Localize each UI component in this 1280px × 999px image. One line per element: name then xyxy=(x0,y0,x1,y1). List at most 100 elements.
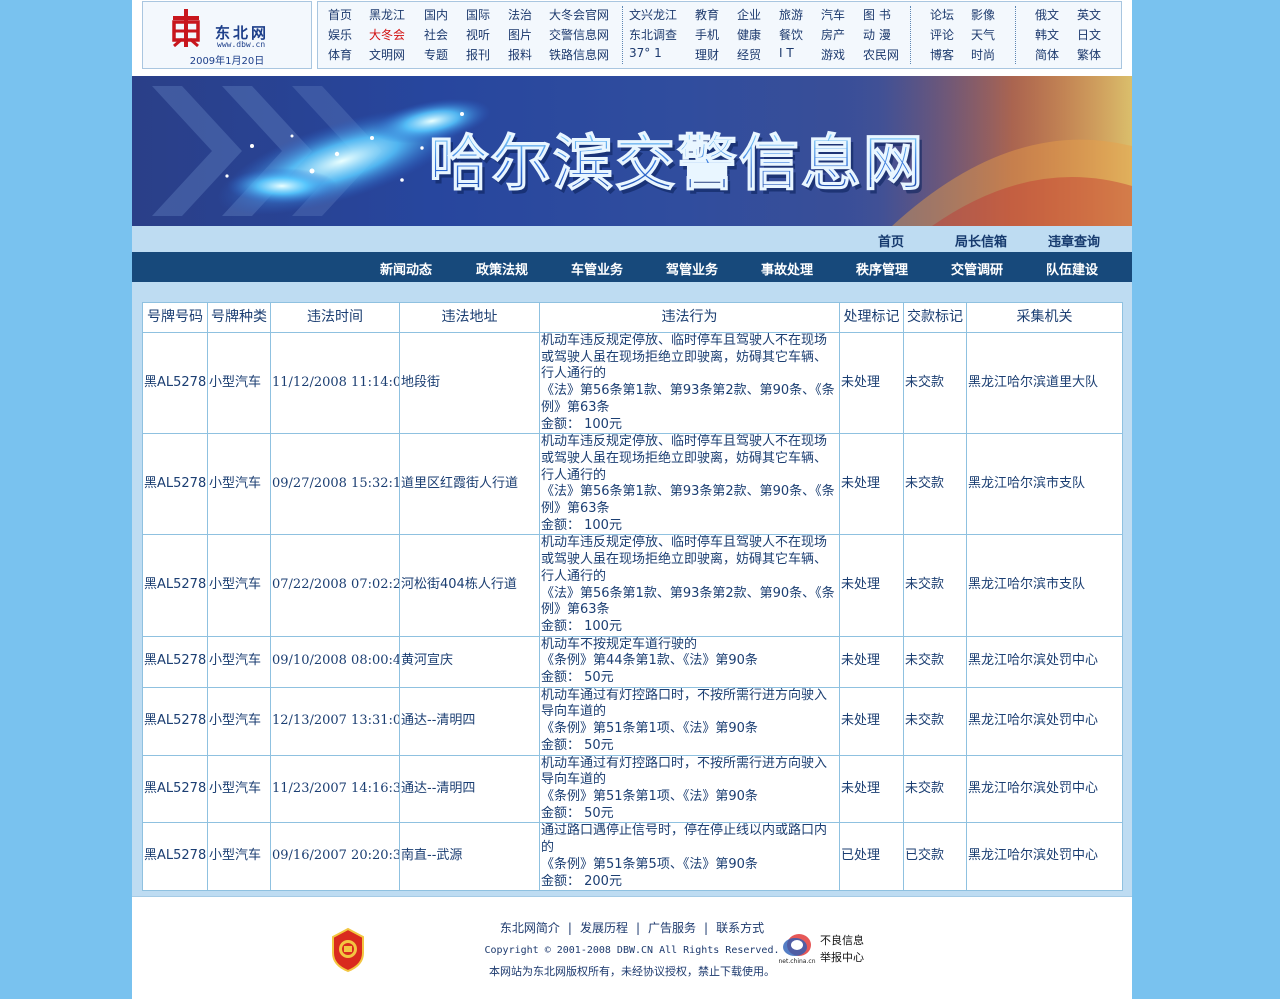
cell-time: 09/16/2007 20:20:33 xyxy=(270,822,400,892)
nav-link-survey[interactable]: 东北调查 xyxy=(629,26,677,43)
submenu-home[interactable]: 首页 xyxy=(878,231,904,250)
nav-link-fashion[interactable]: 时尚 xyxy=(971,46,995,63)
nav-link-enterprise[interactable]: 企业 xyxy=(737,6,761,23)
current-date: 2009年1月20日 xyxy=(189,56,265,67)
nav-link-japanese[interactable]: 日文 xyxy=(1077,26,1101,43)
menu-vehicle-admin[interactable]: 车管业务 xyxy=(571,259,623,278)
menu-research[interactable]: 交管调研 xyxy=(951,259,1003,278)
cell-plate-type: 小型汽车 xyxy=(207,754,271,824)
behavior-amount: 金额： 100元 xyxy=(541,517,622,533)
nav-link-culture[interactable]: 文兴龙江 xyxy=(629,6,677,23)
nav-link-sports[interactable]: 体育 xyxy=(328,46,352,63)
nav-link-entertainment[interactable]: 娱乐 xyxy=(328,26,352,43)
nav-link-tips[interactable]: 报料 xyxy=(508,46,532,63)
table-row: 黑AL5278 小型汽车 09/16/2007 20:20:33 南直--武源 … xyxy=(142,822,1123,892)
submenu-violation-query[interactable]: 违章查询 xyxy=(1048,231,1100,250)
cell-address: 黄河宣庆 xyxy=(399,635,540,688)
nav-link-blog[interactable]: 博客 xyxy=(930,46,954,63)
menu-driver-admin[interactable]: 驾管业务 xyxy=(666,259,718,278)
nav-link-37[interactable]: 37° 1 xyxy=(629,46,662,60)
cell-paid: 未交款 xyxy=(903,534,967,637)
nav-link-korean[interactable]: 韩文 xyxy=(1035,26,1059,43)
nav-link-traditional[interactable]: 繁体 xyxy=(1077,46,1101,63)
footer-links: 东北网简介 | 发展历程 | 广告服务 | 联系方式 xyxy=(132,919,1132,936)
report-center-logo-icon[interactable]: net.china.cn xyxy=(777,929,817,965)
nav-link-finance[interactable]: 理财 xyxy=(695,46,719,63)
nav-link-forum[interactable]: 论坛 xyxy=(930,6,954,23)
nav-link-law[interactable]: 法治 xyxy=(508,6,532,23)
menu-policy[interactable]: 政策法规 xyxy=(476,259,528,278)
cell-address: 通达--清明四 xyxy=(399,754,540,824)
report-center-link[interactable]: 不良信息 举报中心 xyxy=(820,932,864,966)
nav-link-heilongjiang[interactable]: 黑龙江 xyxy=(369,6,405,23)
cell-paid: 未交款 xyxy=(903,433,967,536)
table-row: 黑AL5278 小型汽车 09/27/2008 15:32:10 道里区红霞街人… xyxy=(142,433,1123,536)
nav-link-image[interactable]: 影像 xyxy=(971,6,995,23)
menu-team[interactable]: 队伍建设 xyxy=(1046,259,1098,278)
nav-link-russian[interactable]: 俄文 xyxy=(1035,6,1059,23)
site-logo[interactable]: 东北网 www.dbw.cn 2009年1月20日 xyxy=(142,1,312,69)
footer-link-contact[interactable]: 联系方式 xyxy=(716,921,764,935)
footer-link-advertising[interactable]: 广告服务 xyxy=(648,921,696,935)
nav-link-universiade[interactable]: 大冬会 xyxy=(369,26,405,43)
behavior-description: 通过路口遇停止信号时，停在停止线以内或路口内的 xyxy=(541,823,828,856)
nav-link-books[interactable]: 图 书 xyxy=(863,6,891,23)
nav-link-it[interactable]: I T xyxy=(779,46,794,60)
behavior-law: 《法》第56条第1款、第93条第2款、第90条、《条例》第63条 xyxy=(541,383,835,415)
header-plate-type: 号牌种类 xyxy=(207,302,271,333)
nav-link-mobile[interactable]: 手机 xyxy=(695,26,719,43)
nav-link-photos[interactable]: 图片 xyxy=(508,26,532,43)
cell-plate: 黑AL5278 xyxy=(142,686,208,756)
nav-link-realestate[interactable]: 房产 xyxy=(821,26,845,43)
footer-link-history[interactable]: 发展历程 xyxy=(580,921,628,935)
report-logo-text: net.china.cn xyxy=(778,958,815,965)
behavior-description: 机动车通过有灯控路口时，不按所需行进方向驶入导向车道的 xyxy=(541,687,828,720)
cell-time: 07/22/2008 07:02:20 xyxy=(270,534,400,637)
nav-link-health[interactable]: 健康 xyxy=(737,26,761,43)
cell-plate: 黑AL5278 xyxy=(142,433,208,536)
nav-link-traffic-police[interactable]: 交警信息网 xyxy=(549,26,609,43)
header-processing-status: 处理标记 xyxy=(839,302,904,333)
nav-link-simplified[interactable]: 简体 xyxy=(1035,46,1059,63)
nav-link-education[interactable]: 教育 xyxy=(695,6,719,23)
cell-paid: 未交款 xyxy=(903,754,967,824)
nav-link-trade[interactable]: 经贸 xyxy=(737,46,761,63)
banner-title: 哈尔滨交警信息网 xyxy=(429,129,925,199)
footer-link-about[interactable]: 东北网简介 xyxy=(500,921,560,935)
menu-accident[interactable]: 事故处理 xyxy=(761,259,813,278)
nav-link-games[interactable]: 游戏 xyxy=(821,46,845,63)
cell-plate: 黑AL5278 xyxy=(142,635,208,688)
nav-link-english[interactable]: 英文 xyxy=(1077,6,1101,23)
behavior-description: 机动车违反规定停放、临时停车且驾驶人不在现场或驾驶人虽在现场拒绝立即驶离，妨碍其… xyxy=(541,434,828,483)
cell-processed: 未处理 xyxy=(839,331,904,435)
nav-link-animation[interactable]: 动 漫 xyxy=(863,26,891,43)
behavior-law: 《条例》第51条第1项、《法》第90条 xyxy=(541,721,758,737)
nav-link-domestic[interactable]: 国内 xyxy=(424,6,448,23)
nav-link-international[interactable]: 国际 xyxy=(466,6,490,23)
cell-agency: 黑龙江哈尔滨处罚中心 xyxy=(966,635,1123,688)
nav-link-home[interactable]: 首页 xyxy=(328,6,352,23)
submenu-director-mailbox[interactable]: 局长信箱 xyxy=(955,231,1007,250)
nav-link-farmers[interactable]: 农民网 xyxy=(863,46,899,63)
behavior-amount: 金额： 50元 xyxy=(541,737,614,753)
behavior-amount: 金额： 100元 xyxy=(541,416,622,432)
nav-link-civilization[interactable]: 文明网 xyxy=(369,46,405,63)
footer-divider: | xyxy=(567,921,572,935)
cell-plate-type: 小型汽车 xyxy=(207,635,271,688)
nav-link-special[interactable]: 专题 xyxy=(424,46,448,63)
nav-link-weather[interactable]: 天气 xyxy=(971,26,995,43)
nav-link-newspapers[interactable]: 报刊 xyxy=(466,46,490,63)
nav-link-universiade-official[interactable]: 大冬会官网 xyxy=(549,6,609,23)
nav-link-travel[interactable]: 旅游 xyxy=(779,6,803,23)
nav-link-comment[interactable]: 评论 xyxy=(930,26,954,43)
menu-order[interactable]: 秩序管理 xyxy=(856,259,908,278)
cell-processed: 未处理 xyxy=(839,754,904,824)
nav-link-dining[interactable]: 餐饮 xyxy=(779,26,803,43)
banner-graphic: 哈尔滨交警信息网 哈尔滨交警信息网 xyxy=(152,76,1132,226)
nav-link-video[interactable]: 视听 xyxy=(466,26,490,43)
menu-news[interactable]: 新闻动态 xyxy=(380,259,432,278)
copyright-text: Copyright © 2001-2008 DBW.CN All Rights … xyxy=(484,945,780,956)
nav-link-society[interactable]: 社会 xyxy=(424,26,448,43)
nav-link-railway[interactable]: 铁路信息网 xyxy=(549,46,609,63)
nav-link-auto[interactable]: 汽车 xyxy=(821,6,845,23)
